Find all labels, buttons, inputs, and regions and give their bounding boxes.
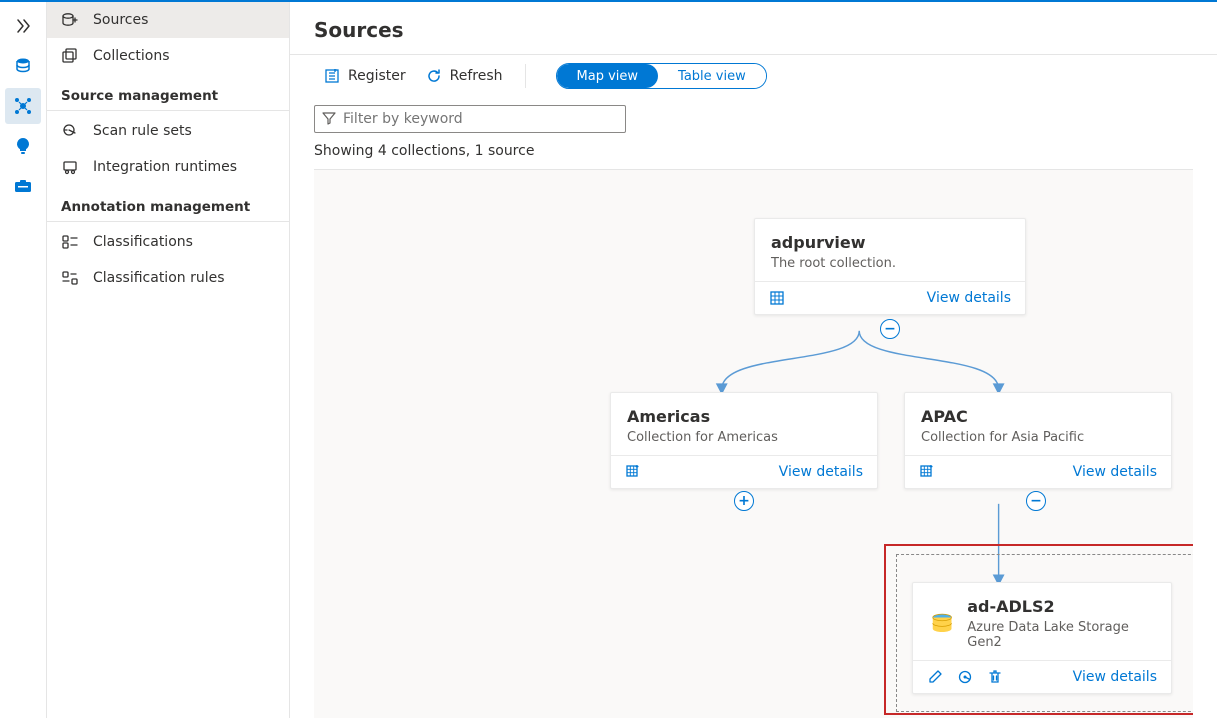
sidebar-group-source-mgmt: Source management	[47, 74, 289, 111]
sidebar-item-sources[interactable]: Sources	[47, 2, 289, 38]
table-view-button[interactable]: Table view	[658, 64, 766, 88]
grid-icon[interactable]	[769, 290, 785, 306]
scan-icon	[61, 122, 79, 140]
map-canvas[interactable]: adpurview The root collection. View deta…	[314, 169, 1193, 718]
filter-input-wrapper	[314, 105, 626, 133]
collapse-node-button[interactable]: −	[880, 319, 900, 339]
main-content: Sources Register Refresh Map view Table …	[290, 2, 1217, 718]
card-title: Americas	[627, 407, 861, 426]
card-subtitle: Collection for Americas	[627, 430, 861, 445]
page-title: Sources	[290, 2, 1217, 54]
register-button[interactable]: Register	[314, 64, 416, 88]
register-label: Register	[348, 68, 406, 84]
filter-input[interactable]	[314, 105, 626, 133]
sidebar-item-label: Collections	[93, 48, 170, 64]
sidebar-item-label: Scan rule sets	[93, 123, 192, 139]
classification-rules-icon	[61, 269, 79, 287]
grid-add-icon[interactable]	[919, 464, 935, 480]
rail-management-icon[interactable]	[5, 168, 41, 204]
sidebar-item-label: Classifications	[93, 234, 193, 250]
annotation-highlight	[884, 544, 1193, 715]
view-details-link[interactable]: View details	[779, 464, 863, 480]
runtimes-icon	[61, 158, 79, 176]
toolbar-separator	[525, 64, 526, 88]
collection-card-americas[interactable]: Americas Collection for Americas View de…	[610, 392, 878, 489]
left-icon-rail	[0, 2, 47, 718]
card-subtitle: Collection for Asia Pacific	[921, 430, 1155, 445]
sidebar-group-annotation-mgmt: Annotation management	[47, 185, 289, 222]
sidebar: Sources Collections Source management Sc…	[47, 2, 290, 718]
card-subtitle: The root collection.	[771, 256, 1009, 271]
sidebar-item-label: Classification rules	[93, 270, 225, 286]
grid-add-icon[interactable]	[625, 464, 641, 480]
view-details-link[interactable]: View details	[927, 290, 1011, 306]
filter-icon	[322, 111, 336, 125]
sidebar-item-collections[interactable]: Collections	[47, 38, 289, 74]
sidebar-item-classifications[interactable]: Classifications	[47, 224, 289, 260]
expand-node-button[interactable]: +	[734, 491, 754, 511]
card-title: APAC	[921, 407, 1155, 426]
rail-expand-button[interactable]	[5, 8, 41, 44]
register-icon	[324, 68, 340, 84]
toolbar: Register Refresh Map view Table view	[290, 55, 1217, 97]
refresh-label: Refresh	[450, 68, 503, 84]
view-toggle: Map view Table view	[556, 63, 767, 89]
card-title: adpurview	[771, 233, 1009, 252]
sidebar-item-scan-rule-sets[interactable]: Scan rule sets	[47, 113, 289, 149]
collection-card-root[interactable]: adpurview The root collection. View deta…	[754, 218, 1026, 315]
classifications-icon	[61, 233, 79, 251]
sidebar-item-label: Sources	[93, 12, 148, 28]
refresh-icon	[426, 68, 442, 84]
rail-data-catalog-icon[interactable]	[5, 48, 41, 84]
sources-icon	[61, 11, 79, 29]
refresh-button[interactable]: Refresh	[416, 64, 513, 88]
sidebar-item-classification-rules[interactable]: Classification rules	[47, 260, 289, 296]
rail-insights-icon[interactable]	[5, 128, 41, 164]
map-view-button[interactable]: Map view	[557, 64, 659, 88]
collection-card-apac[interactable]: APAC Collection for Asia Pacific View de…	[904, 392, 1172, 489]
sidebar-item-label: Integration runtimes	[93, 159, 237, 175]
view-details-link[interactable]: View details	[1073, 464, 1157, 480]
result-count: Showing 4 collections, 1 source	[290, 137, 1217, 169]
sidebar-item-integration-runtimes[interactable]: Integration runtimes	[47, 149, 289, 185]
collapse-node-button[interactable]: −	[1026, 491, 1046, 511]
collections-icon	[61, 47, 79, 65]
rail-data-map-icon[interactable]	[5, 88, 41, 124]
